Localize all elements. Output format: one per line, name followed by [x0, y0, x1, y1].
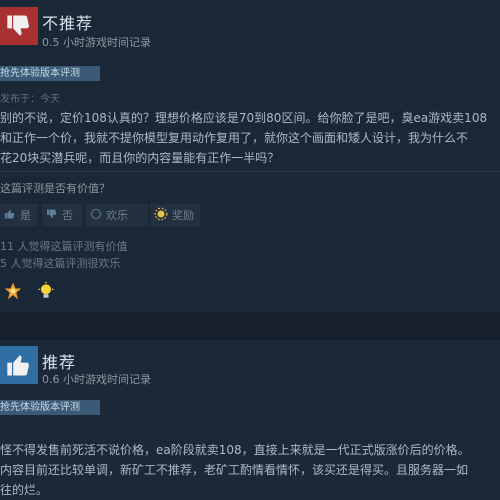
thumbs-up-icon [4, 208, 16, 223]
helpful-count: 11 人觉得这篇评测有价值 [0, 240, 128, 253]
thumbs-down-icon [46, 208, 58, 223]
review-text-line: 和正作一个价，我就不提你模型复用动作复用了，就你这个画面和矮人设计，我为什么不 [0, 131, 469, 145]
early-access-badge: 抢先体验版本评测 [0, 400, 100, 415]
lightbulb-icon[interactable] [36, 281, 56, 301]
vote-funny-label: 欢乐 [106, 209, 128, 222]
review-text-line: 往的烂。 [0, 483, 49, 497]
funny-icon [90, 208, 102, 223]
award-icon [154, 207, 168, 224]
playtime: 0.5 小时游戏时间记录 [42, 36, 151, 49]
playtime: 0.6 小时游戏时间记录 [42, 373, 151, 386]
vote-yes-button[interactable]: 是 [0, 204, 38, 226]
funny-count: 5 人觉得这篇评测很欢乐 [0, 257, 121, 270]
review-separator [0, 312, 500, 340]
divider [0, 171, 500, 172]
helpful-question: 这篇评测是否有价值？ [0, 182, 110, 195]
early-access-badge: 抢先体验版本评测 [0, 66, 100, 81]
award-label: 奖励 [172, 209, 194, 222]
vote-funny-button[interactable]: 欢乐 [86, 204, 148, 226]
vote-no-button[interactable]: 否 [42, 204, 82, 226]
vote-yes-label: 是 [20, 209, 31, 222]
posted-date: 发布于：今天 [0, 94, 60, 105]
medal-icon[interactable] [3, 281, 23, 301]
vote-no-label: 否 [62, 209, 73, 222]
award-button[interactable]: 奖励 [150, 204, 200, 226]
review-text-line: 别的不说，定价108认真的？理想价格应该是70到80区间。给你脸了是吧，臭ea游… [0, 111, 488, 125]
thumbs-down-icon[interactable] [0, 7, 38, 45]
review-text-line: 内容目前还比较单调，新矿工不推荐，老矿工酌情看情怀，该买还是得买。且服务器一如 [0, 463, 469, 477]
review-verdict[interactable]: 推荐 [42, 349, 76, 373]
review-text-line: 怪不得发售前死活不说价格，ea阶段就卖108，直接上来就是一代正式版涨价后的价格… [0, 443, 470, 457]
review-text-line: 花20块买潜兵呢，而且你的内容量能有正作一半吗？ [0, 151, 280, 165]
review-verdict[interactable]: 不推荐 [42, 10, 93, 34]
thumbs-up-icon[interactable] [0, 346, 38, 384]
